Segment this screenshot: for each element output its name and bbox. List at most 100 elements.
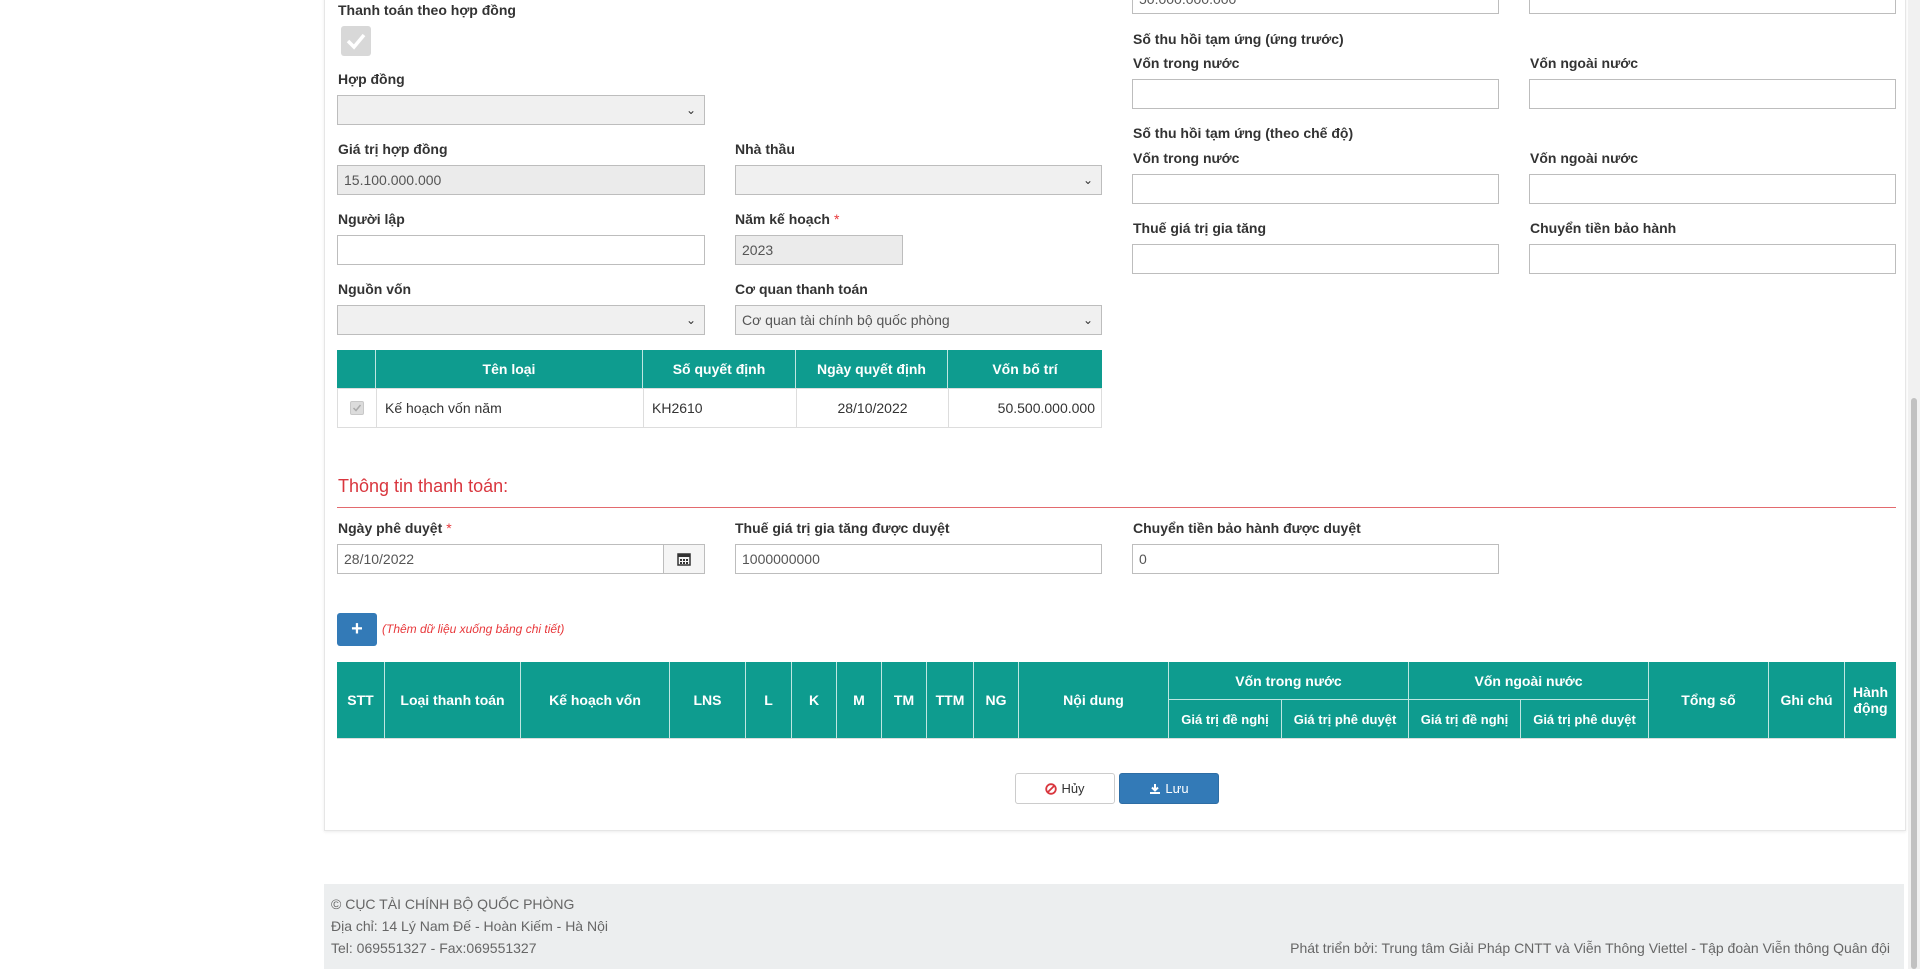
detail-header-foreign-proposed: Giá trị đề nghị [1409, 700, 1521, 738]
detail-header-foreign-approved: Giá trị phê duyệt [1521, 700, 1649, 738]
warranty-transfer-label: Chuyển tiền bảo hành [1530, 220, 1677, 236]
detail-header-payment-type: Loại thanh toán [385, 662, 521, 738]
plan-table-header-decision-no: Số quyết định [643, 350, 796, 388]
detail-header-total: Tổng số [1649, 662, 1769, 738]
add-row-hint: (Thêm dữ liệu xuống bảng chi tiết) [382, 622, 565, 636]
plan-table-header-name: Tên loại [376, 350, 643, 388]
contract-value-label: Giá trị hợp đồng [338, 141, 448, 157]
add-row-button[interactable]: + [337, 613, 377, 646]
plan-year-label-text: Năm kế hoạch [735, 211, 830, 227]
detail-header-content: Nội dung [1019, 662, 1169, 738]
detail-header-domestic-group: Vốn trong nước [1169, 662, 1409, 700]
payment-agency-select[interactable]: Cơ quan tài chính bộ quốc phòng ⌄ [735, 305, 1102, 335]
domestic-label-2: Vốn trong nước [1133, 150, 1240, 166]
row-checkbox-cell [338, 389, 377, 427]
save-label: Lưu [1165, 781, 1189, 796]
approved-vat-field[interactable]: 1000000000 [735, 544, 1102, 574]
required-mark: * [833, 211, 840, 227]
chevron-down-icon: ⌄ [685, 313, 696, 327]
approval-date-field[interactable]: 28/10/2022 [337, 544, 664, 574]
advance-recovery-regime-title: Số thu hồi tạm ứng (theo chế độ) [1133, 125, 1354, 141]
ban-icon [1045, 782, 1058, 795]
detail-header-domestic-approved: Giá trị phê duyệt [1282, 700, 1409, 738]
row-checkbox[interactable] [350, 401, 364, 415]
section-divider [337, 507, 1896, 508]
save-button[interactable]: Lưu [1119, 773, 1219, 804]
cancel-button[interactable]: Hủy [1015, 773, 1115, 804]
detail-table-header: STT Loại thanh toán Kế hoạch vốn LNS L K… [337, 662, 1896, 738]
contract-value-field[interactable]: 15.100.000.000 [337, 165, 705, 195]
partial-top-field-1[interactable]: 50.000.000.000 [1132, 0, 1499, 14]
approved-warranty-field[interactable]: 0 [1132, 544, 1499, 574]
plan-table-check-header [337, 350, 376, 388]
approved-warranty-label: Chuyển tiền bảo hành được duyệt [1133, 520, 1361, 536]
footer: © CỤC TÀI CHÍNH BỘ QUỐC PHÒNG Địa chỉ: 1… [324, 884, 1904, 969]
table-row: Kế hoạch vốn năm KH2610 28/10/2022 50.50… [337, 388, 1102, 428]
plan-table-header-capital: Vốn bố trí [992, 361, 1058, 377]
approval-date-label-text: Ngày phê duyệt [338, 520, 443, 536]
capital-source-select[interactable]: ⌄ [337, 305, 705, 335]
foreign-label-1: Vốn ngoài nước [1530, 55, 1638, 71]
required-mark: * [446, 520, 452, 536]
plan-year-label: Năm kế hoạch * [735, 211, 839, 227]
plan-table-header: Tên loại Số quyết định Ngày quyết định V… [337, 350, 1102, 388]
chevron-down-icon: ⌄ [1082, 173, 1093, 187]
cancel-label: Hủy [1061, 781, 1085, 796]
vat-field[interactable] [1132, 244, 1499, 274]
payment-agency-value: Cơ quan tài chính bộ quốc phòng [742, 312, 950, 328]
detail-header-ng: NG [974, 662, 1019, 738]
check-icon [346, 33, 366, 50]
detail-header-foreign-group: Vốn ngoài nước [1409, 662, 1649, 700]
detail-header-ttm: TTM [927, 662, 974, 738]
contract-label: Hợp đồng [338, 71, 405, 87]
partial-top-field-2[interactable] [1529, 0, 1896, 14]
detail-header-capital-plan: Kế hoạch vốn [521, 662, 670, 738]
foreign-label-2: Vốn ngoài nước [1530, 150, 1638, 166]
plan-table-header-decision-date: Ngày quyết định [796, 350, 948, 388]
plan-year-field[interactable]: 2023 [735, 235, 903, 265]
detail-header-k: K [792, 662, 837, 738]
contractor-label: Nhà thầu [735, 141, 795, 157]
plan-row-name: Kế hoạch vốn năm [377, 389, 644, 427]
footer-address: Địa chỉ: 14 Lý Nam Đế - Hoàn Kiếm - Hà N… [331, 918, 608, 934]
contract-select[interactable]: ⌄ [337, 95, 705, 125]
domestic-field-2[interactable] [1132, 174, 1499, 204]
chevron-down-icon: ⌄ [685, 103, 696, 117]
detail-header-action: Hành động [1853, 684, 1888, 716]
calendar-button[interactable] [663, 544, 705, 574]
detail-header-note: Ghi chú [1769, 662, 1845, 738]
payment-agency-label: Cơ quan thanh toán [735, 281, 868, 297]
detail-header-stt: STT [337, 662, 385, 738]
detail-header-m: M [837, 662, 882, 738]
check-icon [352, 404, 362, 412]
detail-header-lns: LNS [670, 662, 746, 738]
footer-developer: Phát triển bởi: Trung tâm Giải Pháp CNTT… [1290, 940, 1890, 956]
contract-payment-checkbox[interactable] [341, 26, 371, 56]
domestic-field-1[interactable] [1132, 79, 1499, 109]
detail-header-l: L [746, 662, 792, 738]
creator-field[interactable] [337, 235, 705, 265]
payment-info-title: Thông tin thanh toán: [338, 476, 509, 496]
creator-label: Người lập [338, 211, 405, 227]
footer-copyright: © CỤC TÀI CHÍNH BỘ QUỐC PHÒNG [331, 896, 575, 912]
foreign-field-1[interactable] [1529, 79, 1896, 109]
domestic-label-1: Vốn trong nước [1133, 55, 1240, 71]
download-icon [1150, 783, 1161, 794]
approved-vat-label: Thuế giá trị gia tăng được duyệt [735, 520, 950, 536]
detail-header-domestic-proposed: Giá trị đề nghị [1169, 700, 1282, 738]
advance-recovery-before-title: Số thu hồi tạm ứng (ứng trước) [1133, 31, 1344, 47]
footer-phone: Tel: 069551327 - Fax:069551327 [331, 940, 537, 956]
warranty-transfer-field[interactable] [1529, 244, 1896, 274]
plan-row-capital: 50.500.000.000 [997, 400, 1095, 416]
detail-table-empty-body [337, 738, 1896, 739]
foreign-field-2[interactable] [1529, 174, 1896, 204]
vat-label: Thuế giá trị gia tăng [1133, 220, 1267, 236]
scrollbar-thumb[interactable] [1911, 398, 1917, 969]
detail-header-tm: TM [882, 662, 927, 738]
approval-date-label: Ngày phê duyệt * [338, 520, 452, 536]
contract-payment-label: Thanh toán theo hợp đồng [338, 2, 516, 18]
contractor-select[interactable]: ⌄ [735, 165, 1102, 195]
capital-source-label: Nguồn vốn [338, 281, 412, 297]
calendar-icon [677, 553, 691, 566]
plan-row-decision-date: 28/10/2022 [797, 389, 949, 427]
